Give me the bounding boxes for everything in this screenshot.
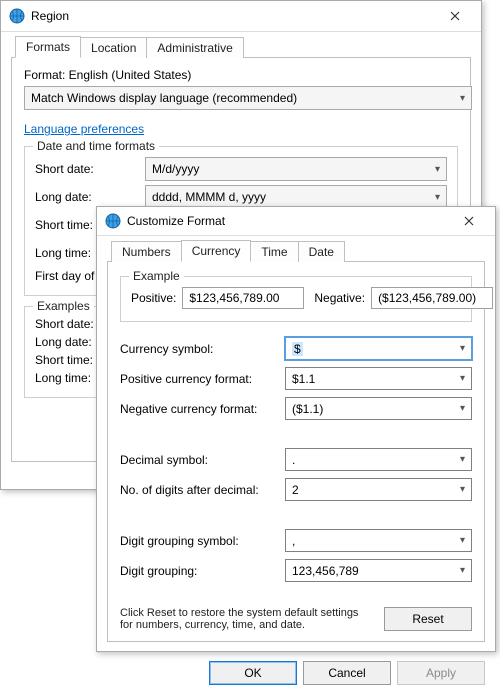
pos-fmt-value: $1.1 bbox=[292, 372, 315, 386]
tab-administrative[interactable]: Administrative bbox=[146, 37, 243, 58]
negative-example: ($123,456,789.00) bbox=[371, 287, 493, 309]
customize-tabstrip: Numbers Currency Time Date bbox=[107, 239, 485, 262]
group-sym-combo[interactable]: , ▾ bbox=[285, 529, 472, 552]
globe-icon bbox=[105, 213, 121, 229]
grouping-label: Digit grouping: bbox=[120, 564, 285, 578]
dec-digits-label: No. of digits after decimal: bbox=[120, 483, 285, 497]
region-titlebar: Region bbox=[1, 1, 481, 32]
region-title: Region bbox=[31, 9, 435, 23]
chevron-down-icon: ▾ bbox=[460, 565, 465, 576]
short-date-label: Short date: bbox=[35, 162, 145, 176]
long-date-label: Long date: bbox=[35, 190, 145, 204]
positive-example: $123,456,789.00 bbox=[182, 287, 304, 309]
chevron-down-icon: ▾ bbox=[460, 93, 465, 104]
currency-page: Example Positive: $123,456,789.00 Negati… bbox=[107, 262, 485, 642]
dec-sym-value: . bbox=[292, 453, 295, 467]
grouping-value: 123,456,789 bbox=[292, 564, 359, 578]
reset-button[interactable]: Reset bbox=[384, 607, 472, 631]
tab-formats[interactable]: Formats bbox=[15, 36, 81, 58]
region-tabstrip: Formats Location Administrative bbox=[11, 35, 471, 58]
tab-time[interactable]: Time bbox=[250, 241, 298, 262]
positive-label: Positive: bbox=[131, 291, 176, 305]
close-icon bbox=[450, 11, 460, 21]
format-select[interactable]: Match Windows display language (recommen… bbox=[24, 86, 472, 110]
chevron-down-icon: ▾ bbox=[435, 192, 440, 203]
format-select-value: Match Windows display language (recommen… bbox=[31, 91, 297, 105]
chevron-down-icon: ▾ bbox=[460, 535, 465, 546]
examples-legend: Examples bbox=[33, 299, 94, 313]
dec-sym-label: Decimal symbol: bbox=[120, 453, 285, 467]
example-group: Example Positive: $123,456,789.00 Negati… bbox=[120, 276, 472, 322]
pos-fmt-combo[interactable]: $1.1 ▾ bbox=[285, 367, 472, 390]
pos-fmt-label: Positive currency format: bbox=[120, 372, 285, 386]
customize-titlebar: Customize Format bbox=[97, 207, 495, 236]
short-date-value: M/d/yyyy bbox=[152, 162, 199, 176]
group-sym-value: , bbox=[292, 534, 295, 548]
close-icon bbox=[464, 216, 474, 226]
currency-symbol-label: Currency symbol: bbox=[120, 342, 285, 356]
example-legend: Example bbox=[129, 269, 184, 283]
negative-label: Negative: bbox=[314, 291, 365, 305]
neg-fmt-combo[interactable]: ($1.1) ▾ bbox=[285, 397, 472, 420]
region-close-button[interactable] bbox=[435, 2, 475, 30]
chevron-down-icon: ▾ bbox=[460, 373, 465, 384]
chevron-down-icon: ▾ bbox=[460, 454, 465, 465]
currency-symbol-combo[interactable]: $ ▾ bbox=[285, 337, 472, 360]
neg-fmt-label: Negative currency format: bbox=[120, 402, 285, 416]
neg-fmt-value: ($1.1) bbox=[292, 402, 323, 416]
chevron-down-icon: ▾ bbox=[460, 343, 465, 354]
group-sym-label: Digit grouping symbol: bbox=[120, 534, 285, 548]
apply-button[interactable]: Apply bbox=[397, 661, 485, 685]
reset-description: Click Reset to restore the system defaul… bbox=[120, 607, 370, 631]
customize-format-window: Customize Format Numbers Currency Time D… bbox=[96, 206, 496, 652]
tab-date[interactable]: Date bbox=[298, 241, 345, 262]
ok-button[interactable]: OK bbox=[209, 661, 297, 685]
cancel-button[interactable]: Cancel bbox=[303, 661, 391, 685]
dec-sym-combo[interactable]: . ▾ bbox=[285, 448, 472, 471]
long-date-value: dddd, MMMM d, yyyy bbox=[152, 190, 266, 204]
chevron-down-icon: ▾ bbox=[435, 164, 440, 175]
date-time-formats-legend: Date and time formats bbox=[33, 139, 159, 153]
button-bar: OK Cancel Apply bbox=[97, 652, 495, 693]
language-preferences-link[interactable]: Language preferences bbox=[24, 122, 144, 136]
globe-icon bbox=[9, 8, 25, 24]
short-date-select[interactable]: M/d/yyyy ▾ bbox=[145, 157, 447, 181]
grouping-combo[interactable]: 123,456,789 ▾ bbox=[285, 559, 472, 582]
currency-symbol-value: $ bbox=[292, 342, 303, 356]
tab-currency[interactable]: Currency bbox=[181, 240, 252, 262]
chevron-down-icon: ▾ bbox=[460, 403, 465, 414]
customize-title: Customize Format bbox=[127, 214, 449, 228]
dec-digits-value: 2 bbox=[292, 483, 299, 497]
dec-digits-combo[interactable]: 2 ▾ bbox=[285, 478, 472, 501]
chevron-down-icon: ▾ bbox=[460, 484, 465, 495]
customize-close-button[interactable] bbox=[449, 207, 489, 235]
tab-location[interactable]: Location bbox=[80, 37, 147, 58]
format-label: Format: English (United States) bbox=[24, 68, 458, 82]
tab-numbers[interactable]: Numbers bbox=[111, 241, 182, 262]
